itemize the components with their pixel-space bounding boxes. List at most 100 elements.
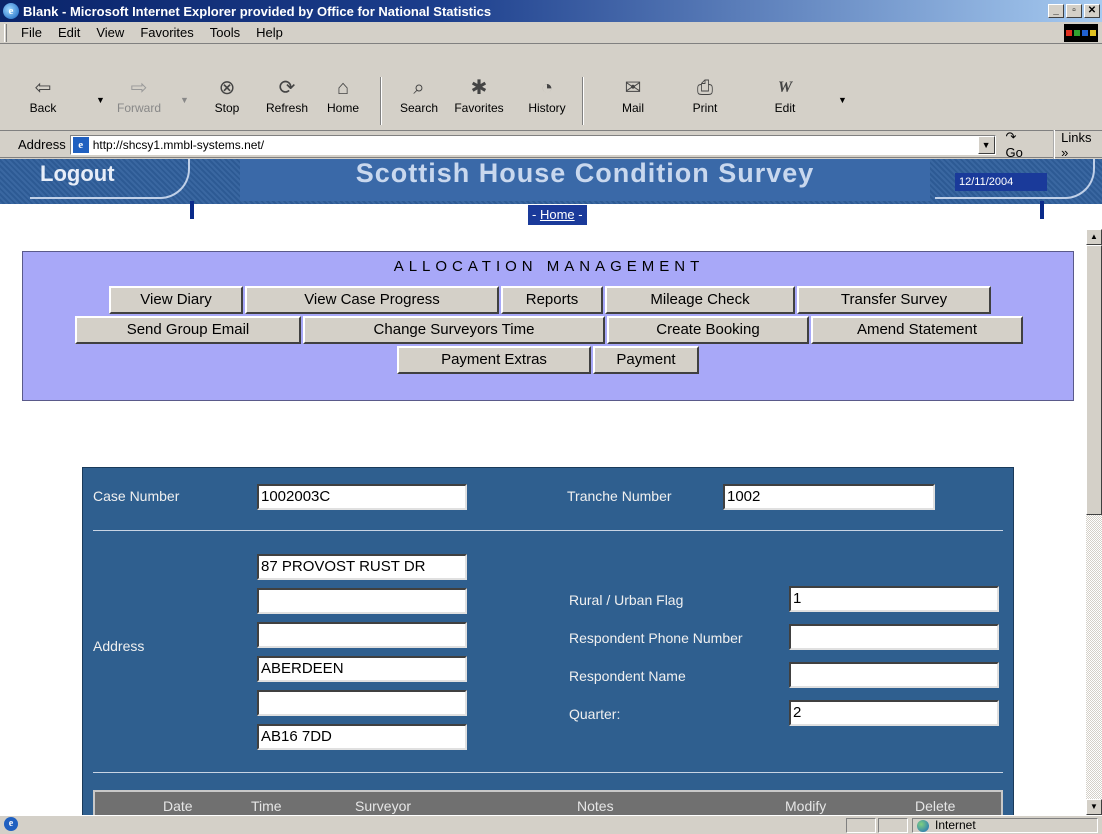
tranche-number-label: Tranche Number — [567, 488, 672, 504]
change-surveyors-time-button[interactable]: Change Surveyors Time — [303, 316, 605, 344]
view-diary-button[interactable]: View Diary — [109, 286, 243, 314]
home-button[interactable]: ⌂ Home — [314, 75, 372, 129]
print-icon: ⎙ — [697, 77, 713, 99]
respondent-name-label: Respondent Name — [569, 668, 686, 684]
back-button[interactable]: ⇦ Back — [14, 75, 72, 129]
send-group-email-button[interactable]: Send Group Email — [75, 316, 301, 344]
refresh-button[interactable]: ⟳ Refresh — [258, 75, 316, 129]
stop-button[interactable]: ⊗ Stop — [198, 75, 256, 129]
edit-dropdown-icon[interactable]: ▼ — [838, 95, 847, 105]
history-icon: ◔ — [540, 77, 554, 99]
section-divider — [93, 530, 1003, 531]
ie-logo-icon: e — [3, 3, 19, 19]
header-accent — [1040, 201, 1044, 219]
page-icon: e — [72, 136, 89, 153]
refresh-label: Refresh — [265, 101, 309, 115]
quarter-field[interactable]: 2 — [789, 700, 999, 726]
header-accent — [190, 201, 194, 219]
home-link[interactable]: Home — [540, 207, 575, 222]
column-surveyor[interactable]: Surveyor — [355, 798, 411, 814]
payment-extras-button[interactable]: Payment Extras — [397, 346, 591, 374]
mileage-check-button[interactable]: Mileage Check — [605, 286, 795, 314]
create-booking-button[interactable]: Create Booking — [607, 316, 809, 344]
home-icon: ⌂ — [336, 77, 350, 99]
menu-help[interactable]: Help — [248, 25, 291, 40]
case-number-field[interactable]: 1002003C — [257, 484, 467, 510]
menu-file[interactable]: File — [13, 25, 50, 40]
back-arrow-icon: ⇦ — [34, 77, 52, 99]
column-delete[interactable]: Delete — [915, 798, 955, 814]
print-button[interactable]: ⎙ Print — [676, 75, 734, 129]
go-button[interactable]: ↷ Go — [1006, 129, 1038, 160]
respondent-phone-field[interactable] — [789, 624, 999, 650]
rural-urban-field[interactable]: 1 — [789, 586, 999, 612]
site-header: Logout Scottish House Condition Survey -… — [0, 159, 1102, 229]
address-dropdown-icon[interactable]: ▼ — [977, 135, 995, 154]
menu-edit[interactable]: Edit — [50, 25, 88, 40]
transfer-survey-button[interactable]: Transfer Survey — [797, 286, 991, 314]
address-label: Address — [93, 638, 145, 654]
status-bar: e Internet — [0, 815, 1102, 834]
respondent-name-field[interactable] — [789, 662, 999, 688]
payment-button[interactable]: Payment — [593, 346, 699, 374]
go-arrow-icon: ↷ — [1005, 129, 1017, 144]
amend-statement-button[interactable]: Amend Statement — [811, 316, 1023, 344]
menu-favorites[interactable]: Favorites — [132, 25, 201, 40]
panel-title: ALLOCATION MANAGEMENT — [393, 258, 705, 275]
history-button[interactable]: ◔ History — [518, 75, 576, 129]
search-button[interactable]: ⌕ Search — [390, 75, 448, 129]
edit-button[interactable]: W Edit — [756, 75, 814, 129]
reports-button[interactable]: Reports — [501, 286, 603, 314]
postcode-field[interactable]: AB16 7DD — [257, 724, 467, 750]
standard-toolbar: ⇦ Back ▼ ⇨ Forward ▼ ⊗ Stop ⟳ Refresh ⌂ … — [0, 45, 1102, 131]
home-nav: - Home - — [528, 205, 587, 225]
view-case-progress-button[interactable]: View Case Progress — [245, 286, 499, 314]
mail-icon: ✉ — [624, 77, 642, 99]
address-url: http://shcsy1.mmbl-systems.net/ — [92, 137, 265, 152]
column-date[interactable]: Date — [163, 798, 193, 814]
forward-button[interactable]: ⇨ Forward — [110, 75, 168, 129]
menu-view[interactable]: View — [88, 25, 132, 40]
address-line-4-field[interactable]: ABERDEEN — [257, 656, 467, 682]
chevron-right-icon: » — [1061, 144, 1069, 160]
search-label: Search — [399, 101, 439, 115]
menu-grip — [4, 23, 7, 42]
home-dash-left: - — [532, 207, 540, 222]
favorites-label: Favorites — [454, 101, 504, 115]
quarter-label: Quarter: — [569, 706, 621, 722]
maximize-button[interactable]: ▫ — [1066, 4, 1082, 18]
scroll-up-arrow-icon[interactable]: ▲ — [1086, 229, 1102, 245]
vertical-scrollbar[interactable]: ▲ ▼ — [1086, 229, 1102, 815]
minimize-button[interactable]: _ — [1048, 4, 1064, 18]
back-dropdown-icon[interactable]: ▼ — [96, 95, 105, 105]
address-line-2-field[interactable] — [257, 588, 467, 614]
word-edit-icon: W — [777, 79, 793, 96]
column-notes[interactable]: Notes — [577, 798, 614, 814]
logout-button[interactable]: Logout — [30, 159, 190, 199]
home-label: Home — [326, 101, 359, 115]
close-button[interactable]: ✕ — [1084, 4, 1100, 18]
menu-tools[interactable]: Tools — [202, 25, 248, 40]
favorites-folder-icon: ✱ — [470, 77, 488, 99]
history-label: History — [528, 101, 566, 115]
scroll-down-arrow-icon[interactable]: ▼ — [1086, 799, 1102, 815]
page-status-icon: e — [4, 817, 18, 831]
links-button[interactable]: Links » — [1053, 129, 1102, 160]
status-cell — [846, 818, 876, 833]
address-line-5-field[interactable] — [257, 690, 467, 716]
bookings-grid-header: Date Time Surveyor Notes Modify Delete — [93, 790, 1003, 815]
toolbar-separator — [380, 77, 382, 125]
mail-button[interactable]: ✉ Mail — [604, 75, 662, 129]
column-modify[interactable]: Modify — [785, 798, 826, 814]
favorites-button[interactable]: ✱ Favorites — [450, 75, 508, 129]
case-details-form: Case Number 1002003C Tranche Number 1002… — [82, 467, 1014, 815]
address-input[interactable]: e http://shcsy1.mmbl-systems.net/ ▼ — [69, 134, 996, 155]
window-title: Blank - Microsoft Internet Explorer prov… — [23, 3, 492, 19]
address-line-3-field[interactable] — [257, 622, 467, 648]
column-time[interactable]: Time — [251, 798, 282, 814]
scroll-thumb[interactable] — [1086, 245, 1102, 515]
address-line-1-field[interactable]: 87 PROVOST RUST DR — [257, 554, 467, 580]
tranche-number-field[interactable]: 1002 — [723, 484, 935, 510]
forward-dropdown-icon[interactable]: ▼ — [180, 95, 189, 105]
case-number-label: Case Number — [93, 488, 180, 504]
